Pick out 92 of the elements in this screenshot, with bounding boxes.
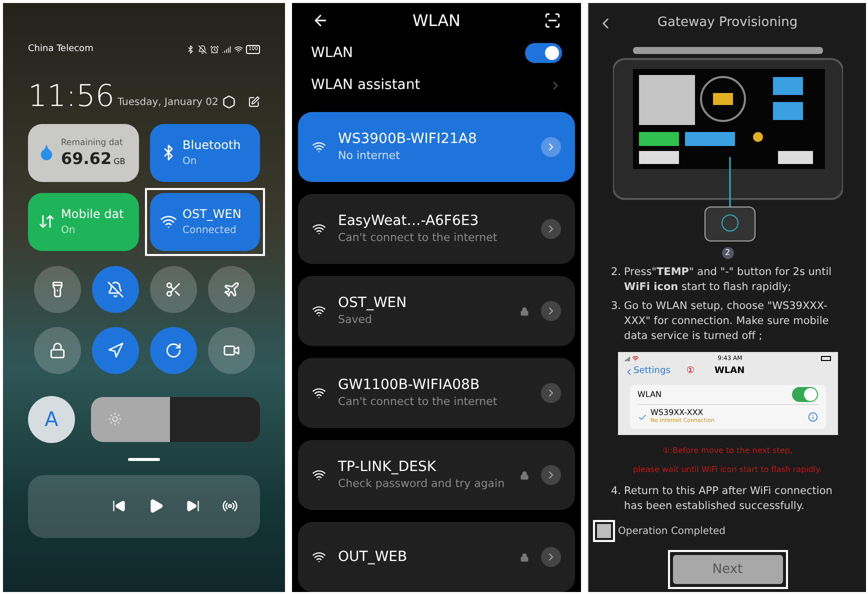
next-icon[interactable] bbox=[186, 499, 200, 513]
wifi-icon bbox=[312, 222, 326, 236]
screen-title: Gateway Provisioning bbox=[656, 14, 799, 32]
details-button[interactable] bbox=[541, 137, 561, 157]
tile-status: On bbox=[61, 224, 76, 238]
network-card[interactable]: OUT_WEB bbox=[298, 522, 575, 592]
checkbox[interactable] bbox=[597, 524, 611, 538]
network-name: GW1100B-WIFIA08B bbox=[338, 376, 481, 394]
wlan-label: WLAN bbox=[311, 44, 354, 63]
tile-title: Mobile dat bbox=[61, 206, 124, 223]
toggle-tile[interactable]: OST_WEN Connected bbox=[150, 192, 260, 250]
alarm-icon bbox=[210, 45, 220, 54]
lock-icon bbox=[48, 342, 66, 358]
data-amount: 69.62 bbox=[61, 150, 112, 168]
network-name: TP-LINK_DESK bbox=[338, 458, 438, 476]
previous-icon[interactable] bbox=[112, 499, 126, 513]
network-name: EasyWeat…-A6F6E3 bbox=[338, 212, 480, 230]
warning-text: please wait until WiFi icon start to flash rapidly. bbox=[633, 464, 822, 476]
details-button[interactable] bbox=[541, 301, 561, 321]
wlan-assistant-item[interactable]: WLAN assistant bbox=[311, 74, 420, 96]
check-icon bbox=[638, 412, 646, 422]
signal-icon bbox=[624, 356, 630, 362]
details-button[interactable] bbox=[541, 383, 561, 403]
tile-title: OST_WEN bbox=[182, 206, 242, 223]
network-name: WS39XX-XXX bbox=[650, 408, 704, 418]
wifi-icon bbox=[234, 45, 244, 54]
network-name: OST_WEN bbox=[338, 294, 408, 312]
network-status: Saved bbox=[338, 312, 373, 328]
bell-off-icon bbox=[106, 280, 124, 298]
step-number: 3. bbox=[611, 299, 622, 314]
droplet-icon bbox=[38, 144, 55, 161]
settings-icon[interactable] bbox=[222, 94, 236, 108]
play-icon[interactable] bbox=[148, 498, 164, 514]
bell-off-icon bbox=[198, 45, 208, 54]
battery-icon bbox=[821, 356, 832, 361]
network-card[interactable]: TP-LINK_DESK Check password and try again bbox=[298, 440, 575, 510]
date-label: Tuesday, January 02 bbox=[117, 96, 218, 110]
step-marker: ① bbox=[686, 365, 694, 378]
tile-status: Connected bbox=[182, 224, 238, 238]
screenshot-title: WLAN bbox=[714, 365, 745, 378]
bluetooth-icon bbox=[186, 45, 196, 54]
network-status: Can't connect to the internet bbox=[338, 230, 498, 246]
navigation-icon bbox=[106, 342, 124, 358]
step-text: Return to this APP after WiFi connection has been established successfully. bbox=[624, 484, 834, 514]
broadcast-icon[interactable] bbox=[222, 498, 238, 514]
step-number: 2. bbox=[611, 265, 622, 280]
details-button[interactable] bbox=[541, 219, 561, 239]
wifi-icon bbox=[312, 386, 326, 400]
toggle-tile[interactable]: Bluetooth On bbox=[150, 124, 260, 182]
data-unit: GB bbox=[114, 156, 126, 168]
warning-text: ①:Before move to the next step, bbox=[662, 445, 792, 457]
carrier-name: China Telecom bbox=[28, 43, 94, 56]
arrows-icon bbox=[38, 213, 55, 230]
tile-title: Bluetooth bbox=[182, 137, 241, 154]
wlan-label: WLAN bbox=[638, 388, 662, 400]
step-number: 4. bbox=[611, 484, 622, 499]
wifi-icon bbox=[312, 468, 326, 482]
wlan-switch[interactable] bbox=[525, 43, 562, 64]
data-usage-tile[interactable]: Remaining dat 69.62 GB bbox=[28, 124, 138, 182]
step-text: Go to WLAN setup, choose "WS39XXX-XXX" for connection. Make sure mobile data service is turned off ; bbox=[624, 299, 830, 344]
wifi-icon bbox=[312, 304, 326, 318]
step-text: Press"TEMP" and "-" button for 2s until WiFi icon start to flash rapidly; bbox=[624, 265, 833, 295]
network-name: WS3900B-WIFI21A8 bbox=[338, 130, 478, 148]
checkbox-label: Operation Completed bbox=[618, 524, 726, 538]
callout-badge: 2 bbox=[722, 247, 734, 259]
airplane-icon bbox=[222, 280, 240, 298]
scissors-icon bbox=[164, 280, 182, 298]
screen-title: WLAN bbox=[412, 10, 460, 32]
tile-status: On bbox=[182, 155, 198, 169]
details-button[interactable] bbox=[541, 547, 561, 567]
scan-icon[interactable] bbox=[544, 12, 561, 30]
brightness-slider[interactable] bbox=[91, 396, 260, 442]
details-button[interactable] bbox=[541, 465, 561, 485]
signal-icon bbox=[222, 45, 232, 54]
network-card[interactable]: EasyWeat…-A6F6E3 Can't connect to the internet bbox=[298, 194, 575, 264]
info-icon bbox=[808, 412, 818, 422]
clock-time: 11:56 bbox=[28, 78, 114, 114]
network-status: Check password and try again bbox=[338, 476, 506, 492]
network-card[interactable]: OST_WEN Saved bbox=[298, 276, 575, 346]
wifi-icon bbox=[160, 213, 176, 230]
sun-icon bbox=[108, 412, 122, 426]
network-card[interactable]: GW1100B-WIFIA08B Can't connect to the internet bbox=[298, 358, 575, 428]
tile-title: Remaining dat bbox=[61, 137, 124, 150]
network-card[interactable]: WS3900B-WIFI21A8 No internet bbox=[298, 112, 575, 182]
edit-icon[interactable] bbox=[248, 94, 260, 108]
wifi-icon bbox=[632, 355, 638, 362]
rotation-icon bbox=[164, 342, 182, 358]
network-status: Can't connect to the internet bbox=[338, 394, 498, 410]
wifi-icon bbox=[312, 550, 326, 564]
network-status: No internet bbox=[338, 148, 401, 164]
wifi-icon bbox=[312, 140, 326, 154]
network-name: OUT_WEB bbox=[338, 548, 408, 566]
